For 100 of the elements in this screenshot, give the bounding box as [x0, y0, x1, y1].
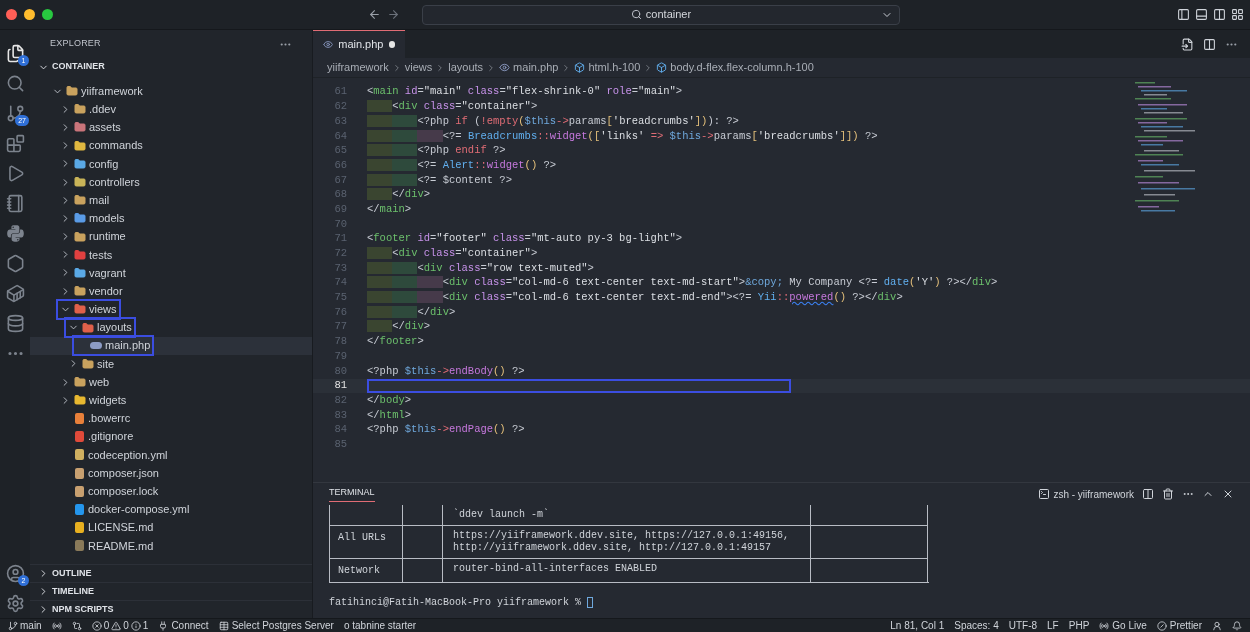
account-icon[interactable]: [1212, 620, 1222, 631]
section-header[interactable]: TIMELINE: [30, 582, 312, 600]
item-label: .bowerrc: [88, 411, 131, 427]
settings-icon[interactable]: [5, 593, 25, 613]
plug-icon: [158, 620, 169, 631]
broadcast-icon[interactable]: [51, 620, 62, 631]
trash-icon[interactable]: [1162, 488, 1174, 500]
breadcrumb[interactable]: html.h-100: [588, 59, 641, 76]
tree-item[interactable]: main.php: [30, 336, 312, 355]
tree-item[interactable]: vendor: [30, 282, 312, 301]
close-window-button[interactable]: [6, 9, 17, 20]
tree-item[interactable]: views: [30, 300, 312, 319]
breadcrumb[interactable]: main.php: [513, 59, 559, 76]
slash-circle-icon: [1156, 620, 1167, 631]
database-icon[interactable]: [5, 313, 25, 333]
python-icon[interactable]: [5, 223, 25, 243]
tree-item[interactable]: docker-compose.yml: [30, 500, 312, 519]
panel-tab[interactable]: TERMINAL: [329, 485, 375, 503]
blocks-icon[interactable]: [5, 133, 25, 153]
code-line: </div>: [367, 187, 431, 204]
eye-icon: [499, 62, 511, 73]
status-item[interactable]: Spaces: 4: [954, 618, 999, 632]
tree-item[interactable]: runtime: [30, 227, 312, 246]
tree-item[interactable]: composer.lock: [30, 482, 312, 501]
terminal-icon: [1038, 488, 1051, 500]
status-item[interactable]: UTF-8: [1008, 618, 1038, 632]
tree-item[interactable]: mail: [30, 191, 312, 210]
breadcrumb[interactable]: yiiframework: [327, 59, 389, 76]
status-item[interactable]: o tabnine starter: [343, 618, 417, 632]
tree-item[interactable]: tests: [30, 245, 312, 264]
info-count[interactable]: 1: [142, 618, 149, 632]
compare-icon[interactable]: [71, 620, 82, 631]
status-item[interactable]: LF: [1047, 618, 1059, 632]
line-number: 61: [333, 84, 348, 100]
tree-item[interactable]: README.md: [30, 536, 312, 555]
line-number: 82: [333, 392, 348, 408]
cube-icon: [656, 62, 668, 73]
status-item[interactable]: PHP: [1068, 618, 1090, 632]
status-item[interactable]: Ln 81, Col 1: [890, 618, 945, 632]
tree-item[interactable]: site: [30, 354, 312, 373]
section-header[interactable]: CONTAINER: [30, 58, 312, 76]
tree-item[interactable]: codeception.yml: [30, 445, 312, 464]
customize-layout-icon[interactable]: [1231, 8, 1244, 21]
toggle-secondary-sidebar-icon[interactable]: [1213, 8, 1226, 21]
split-terminal-icon[interactable]: [1142, 488, 1154, 500]
tree-item[interactable]: vagrant: [30, 263, 312, 283]
breadcrumb[interactable]: body.d-flex.flex-column.h-100: [670, 59, 814, 76]
tree-item[interactable]: composer.json: [30, 463, 312, 483]
notebook-icon[interactable]: [5, 193, 25, 213]
line-number: 74: [333, 275, 348, 291]
status-item[interactable]: Prettier: [1169, 618, 1202, 632]
item-label: site: [97, 356, 115, 372]
terminal-name[interactable]: zsh - yiiframework: [1053, 486, 1134, 502]
line-number: 75: [333, 290, 348, 306]
error-count[interactable]: 0: [103, 618, 110, 632]
code-line: </div>: [367, 319, 431, 336]
maximize-window-button[interactable]: [42, 9, 53, 20]
forward-arrow-icon[interactable]: [387, 8, 400, 21]
tree-item[interactable]: web: [30, 373, 312, 392]
minimize-window-button[interactable]: [24, 9, 35, 20]
section-header[interactable]: OUTLINE: [30, 564, 312, 582]
tree-item[interactable]: config: [30, 154, 312, 173]
breadcrumb[interactable]: layouts: [448, 59, 484, 76]
editor-tab[interactable]: main.php: [313, 30, 405, 58]
container-icon[interactable]: [5, 283, 25, 303]
tree-item[interactable]: controllers: [30, 172, 312, 192]
branch-icon[interactable]: [5, 103, 25, 123]
line-number: 84: [333, 422, 348, 438]
account-icon[interactable]: [5, 563, 25, 583]
tree-item[interactable]: LICENSE.md: [30, 518, 312, 537]
close-icon[interactable]: [1222, 488, 1234, 500]
toggle-sidebar-icon[interactable]: [1177, 8, 1190, 21]
status-item[interactable]: Connect: [171, 618, 209, 632]
split-editor-icon[interactable]: [1203, 37, 1216, 51]
toggle-panel-icon[interactable]: [1195, 8, 1208, 21]
hexagon-icon[interactable]: [5, 253, 25, 273]
breadcrumb[interactable]: views: [404, 59, 433, 76]
line-number: 67: [333, 172, 348, 188]
back-arrow-icon[interactable]: [368, 8, 381, 21]
search-icon[interactable]: [5, 73, 25, 93]
command-center[interactable]: container: [422, 4, 900, 25]
tree-item[interactable]: widgets: [30, 391, 312, 410]
line-number: 85: [333, 436, 348, 452]
tree-item[interactable]: .ddev: [30, 100, 312, 119]
tree-item[interactable]: assets: [30, 118, 312, 137]
tree-item[interactable]: yiiframework: [30, 82, 312, 101]
preview-icon[interactable]: [1181, 37, 1194, 51]
bell-icon[interactable]: [1232, 620, 1242, 631]
tree-item[interactable]: models: [30, 209, 312, 228]
status-item[interactable]: Go Live: [1112, 618, 1147, 632]
branch-name[interactable]: main: [20, 618, 42, 632]
warning-icon: [111, 620, 122, 631]
table-cell: Network: [338, 565, 380, 576]
tree-item[interactable]: commands: [30, 136, 312, 155]
item-label: vagrant: [89, 265, 126, 281]
files-icon[interactable]: [5, 43, 25, 63]
tree-item[interactable]: .bowerrc: [30, 409, 312, 428]
warning-count[interactable]: 0: [123, 618, 129, 632]
tree-item[interactable]: .gitignore: [30, 427, 312, 446]
status-item[interactable]: Select Postgres Server: [231, 618, 334, 632]
